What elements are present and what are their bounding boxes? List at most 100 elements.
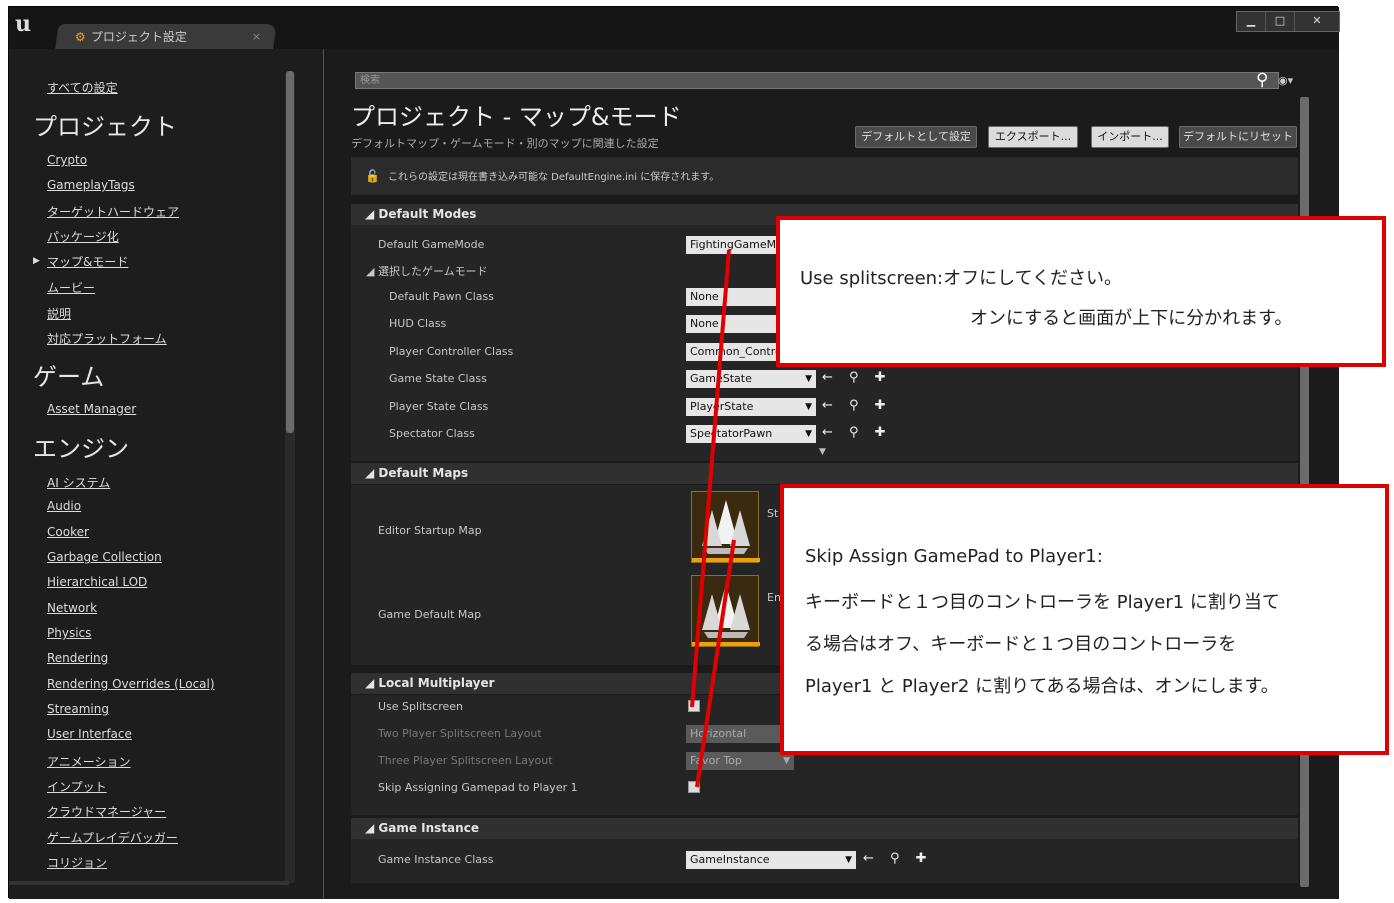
sidebar-item-rendering[interactable]: Rendering <box>47 651 108 665</box>
sidebar-item-gameplay-debugger[interactable]: ゲームプレイデバッガー <box>47 829 178 846</box>
game-instance-class-actions[interactable]: ← ⚲ ✚ <box>863 851 933 866</box>
editor-startup-map-thumbnail[interactable] <box>691 491 760 563</box>
sidebar-item-physics[interactable]: Physics <box>47 626 91 640</box>
spectator-class-value: SpectatorPawn <box>690 427 773 440</box>
thumbnail-accent-bar <box>692 642 760 646</box>
player-state-class-dropdown[interactable]: PlayerState ▼ <box>686 398 816 416</box>
title-bar: u ⚙ プロジェクト設定 × ▁ □ ✕ <box>9 7 1340 50</box>
game-default-map-thumbnail[interactable] <box>691 575 760 647</box>
expand-advanced-icon[interactable]: ▼ <box>819 447 826 457</box>
sidebar-item-streaming[interactable]: Streaming <box>47 702 109 716</box>
game-state-class-label: Game State Class <box>389 372 487 385</box>
sidebar-item-rendering-overrides[interactable]: Rendering Overrides (Local) <box>47 677 215 691</box>
search-icon[interactable]: ⚲ <box>1256 70 1268 90</box>
minimize-button[interactable]: ▁ <box>1237 12 1266 31</box>
sidebar-bottom-edge <box>9 881 289 885</box>
game-instance-class-label: Game Instance Class <box>378 853 494 866</box>
sidebar-item-cooker[interactable]: Cooker <box>47 525 89 539</box>
map-asset-icon <box>702 584 750 638</box>
close-button[interactable]: ✕ <box>1295 12 1339 31</box>
page-subtitle: デフォルトマップ・ゲームモード・別のマップに関連した設定 <box>351 137 659 150</box>
sidebar-item-audio[interactable]: Audio <box>47 499 81 513</box>
reset-to-defaults-button[interactable]: デフォルトにリセット <box>1179 126 1297 148</box>
spectator-class-actions[interactable]: ← ⚲ ✚ <box>822 425 892 440</box>
sidebar-item-supported-platforms[interactable]: 対応プラットフォーム <box>47 330 167 347</box>
two-player-layout-dropdown[interactable]: Horizontal <box>686 725 794 743</box>
search-input[interactable]: 検索 <box>355 72 1279 89</box>
game-state-class-value: GameState <box>690 372 752 385</box>
game-state-class-dropdown[interactable]: GameState ▼ <box>686 370 816 388</box>
sidebar-item-hierarchical-lod[interactable]: Hierarchical LOD <box>47 575 147 589</box>
visibility-eye-icon[interactable]: ◉▾ <box>1278 74 1293 87</box>
three-player-layout-value: Favor Top <box>690 754 742 767</box>
skip-gamepad-label: Skip Assigning Gamepad to Player 1 <box>378 781 578 794</box>
sidebar-item-ai-system[interactable]: AI システム <box>47 474 110 491</box>
sidebar-item-network[interactable]: Network <box>47 601 97 615</box>
default-pawn-class-label: Default Pawn Class <box>389 290 494 303</box>
spectator-class-dropdown[interactable]: SpectatorPawn ▼ <box>686 425 816 443</box>
settings-icon: ⚙ <box>74 30 86 44</box>
use-splitscreen-label: Use Splitscreen <box>378 700 464 713</box>
sidebar-header-project: プロジェクト <box>33 113 177 141</box>
sidebar-item-cloud-manager[interactable]: クラウドマネージャー <box>47 803 166 820</box>
export-button[interactable]: エクスポート... <box>988 126 1078 148</box>
sidebar-item-target-hardware[interactable]: ターゲットハードウェア <box>47 203 179 220</box>
sidebar-item-gameplaytags[interactable]: GameplayTags <box>47 178 135 192</box>
sidebar-item-collision[interactable]: コリジョン <box>47 854 107 871</box>
editor-startup-map-name: St <box>767 507 779 520</box>
section-default-maps[interactable]: ◢ Default Maps <box>351 463 1298 484</box>
sidebar-item-user-interface[interactable]: User Interface <box>47 727 132 741</box>
callout-skip-line1: Skip Assign GamePad to Player1: <box>805 546 1103 567</box>
sidebar-item-input[interactable]: インプット <box>47 778 107 795</box>
set-as-default-button[interactable]: デフォルトとして設定 <box>855 126 977 148</box>
section-game-instance[interactable]: ◢ Game Instance <box>351 818 1298 839</box>
hud-class-dropdown[interactable]: None <box>686 315 781 333</box>
sidebar-header-engine: エンジン <box>33 435 129 463</box>
default-gamemode-dropdown[interactable]: FightingGameMo <box>686 236 781 254</box>
callout-skip-line2: キーボードと１つ目のコントローラを Player1 に割り当て <box>805 592 1280 613</box>
sidebar-scrollbar[interactable] <box>286 71 294 433</box>
use-splitscreen-checkbox[interactable] <box>688 700 700 712</box>
three-player-layout-label: Three Player Splitscreen Layout <box>378 754 553 767</box>
tab-title: プロジェクト設定 <box>90 30 187 44</box>
sidebar-item-description[interactable]: 説明 <box>47 305 71 322</box>
editor-window: u ⚙ プロジェクト設定 × ▁ □ ✕ すべての設定 プロジェクト Crypto… <box>8 6 1340 899</box>
import-button[interactable]: インポート... <box>1091 126 1169 148</box>
sidebar-header-game: ゲーム <box>33 363 105 391</box>
player-state-class-value: PlayerState <box>690 400 754 413</box>
tab-close-icon[interactable]: × <box>252 24 261 50</box>
settings-main-panel: 検索 ⚲ ◉▾ プロジェクト - マップ&モード デフォルトマップ・ゲームモード… <box>324 49 1339 899</box>
selected-gamemode-label[interactable]: ◢ 選択したゲームモード <box>366 263 488 279</box>
settings-sidebar: すべての設定 プロジェクト Crypto GameplayTags ターゲットハ… <box>9 49 323 899</box>
tab-project-settings[interactable]: ⚙ プロジェクト設定 × <box>55 24 277 50</box>
maximize-button[interactable]: □ <box>1266 12 1295 31</box>
editor-startup-map-label: Editor Startup Map <box>378 524 482 537</box>
sidebar-item-packaging[interactable]: パッケージ化 <box>47 228 119 245</box>
annotation-callout-skip-gamepad: Skip Assign GamePad to Player1: キーボードと１つ… <box>780 484 1389 755</box>
sidebar-all-settings[interactable]: すべての設定 <box>47 79 118 96</box>
player-controller-class-dropdown[interactable]: Common_Contro <box>686 343 781 361</box>
sidebar-item-animation[interactable]: アニメーション <box>47 753 131 770</box>
skip-gamepad-checkbox[interactable] <box>688 781 700 793</box>
thumbnail-accent-bar <box>692 558 760 562</box>
game-instance-panel: Game Instance Class GameInstance ▼ ← ⚲ ✚ <box>351 839 1298 883</box>
game-instance-class-dropdown[interactable]: GameInstance ▼ <box>686 851 856 869</box>
callout-skip-line3: る場合はオフ、キーボードと１つ目のコントローラを <box>805 634 1237 655</box>
default-pawn-class-dropdown[interactable]: None <box>686 288 781 306</box>
page-title: プロジェクト - マップ&モード <box>351 103 682 131</box>
callout-splitscreen-line1: Use splitscreen:オフにしてください。 <box>800 268 1123 289</box>
sidebar-item-garbage-collection[interactable]: Garbage Collection <box>47 550 162 564</box>
sidebar-item-crypto[interactable]: Crypto <box>47 153 87 167</box>
selected-arrow-icon: ▶ <box>33 256 40 266</box>
game-default-map-name: En <box>767 591 781 604</box>
two-player-layout-label: Two Player Splitscreen Layout <box>378 727 542 740</box>
sidebar-item-movies[interactable]: ムービー <box>47 279 95 296</box>
sidebar-item-asset-manager[interactable]: Asset Manager <box>47 402 136 416</box>
window-controls: ▁ □ ✕ <box>1236 11 1340 32</box>
config-info-text: これらの設定は現在書き込み可能な DefaultEngine.ini に保存され… <box>387 172 720 183</box>
chevron-down-icon: ▼ <box>845 855 852 865</box>
game-state-class-actions[interactable]: ← ⚲ ✚ <box>822 370 892 385</box>
three-player-layout-dropdown[interactable]: Favor Top ▼ <box>686 752 794 770</box>
sidebar-item-maps-modes[interactable]: マップ&モード <box>47 253 128 270</box>
player-state-class-actions[interactable]: ← ⚲ ✚ <box>822 398 892 413</box>
